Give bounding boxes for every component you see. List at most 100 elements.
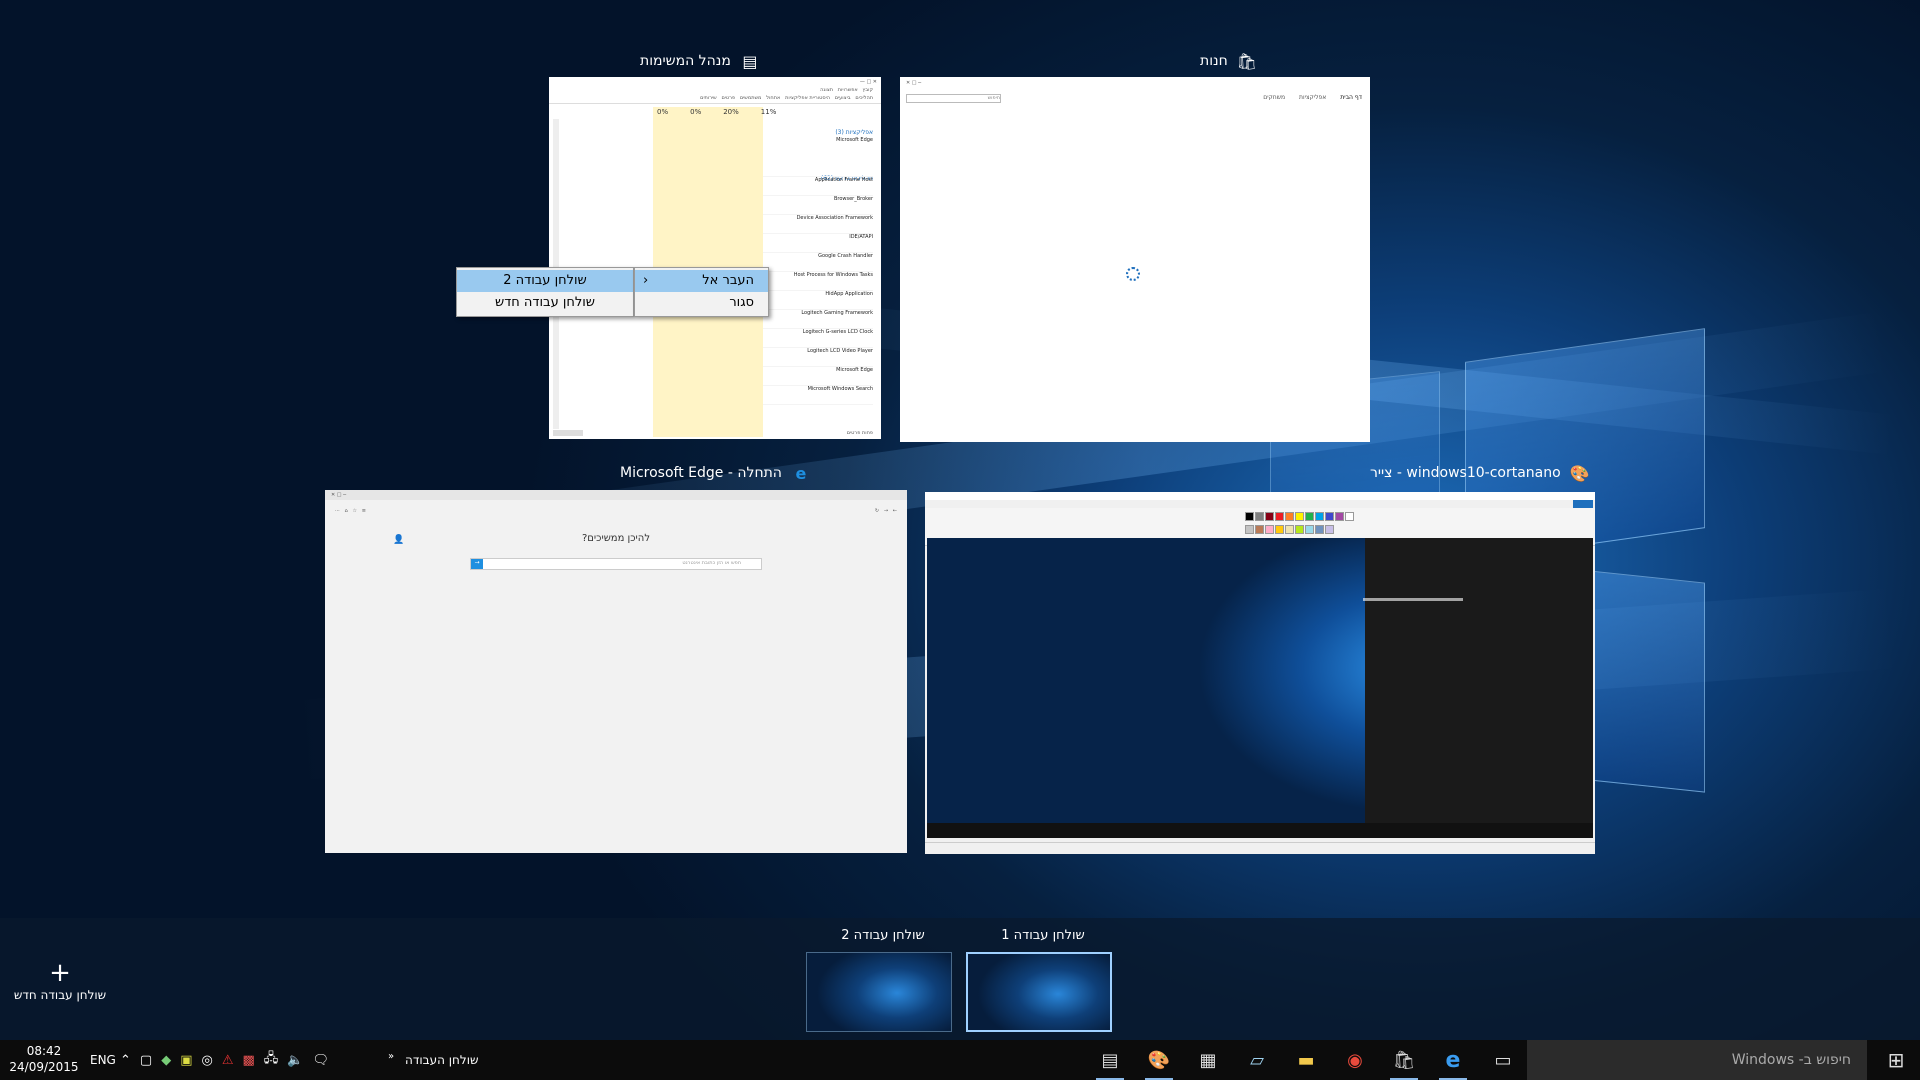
palette-swatch[interactable] xyxy=(1265,512,1274,521)
palette-swatch[interactable] xyxy=(1255,524,1264,534)
palette-swatch[interactable] xyxy=(1325,512,1334,521)
palette-swatch[interactable] xyxy=(1295,524,1304,534)
palette-swatch[interactable] xyxy=(1285,512,1294,521)
edge-title-text: התחלה - Microsoft Edge xyxy=(620,465,782,481)
palette-swatch[interactable] xyxy=(1275,524,1284,534)
palette-swatch[interactable] xyxy=(1295,512,1304,521)
process-row[interactable]: Logitech Gaming Framework xyxy=(763,310,873,329)
desktop-1-thumbnail[interactable] xyxy=(966,952,1112,1032)
process-row[interactable]: Microsoft Edge xyxy=(763,137,873,177)
tab-home[interactable]: דף הבית xyxy=(1340,94,1362,101)
tray-app-icon[interactable]: ▢ xyxy=(140,1053,152,1068)
input-language[interactable]: ENG xyxy=(90,1040,116,1080)
calculator-icon[interactable]: ▦ xyxy=(1188,1040,1228,1080)
desktop-2-thumbnail[interactable] xyxy=(806,952,952,1032)
tray-app-icon[interactable]: ▣ xyxy=(180,1053,192,1068)
task-view-icon[interactable]: ▭ xyxy=(1483,1040,1523,1080)
edge-go-button[interactable]: → xyxy=(471,559,483,569)
palette-swatch[interactable] xyxy=(1325,524,1334,534)
edge-user-icon: 👤 xyxy=(393,535,405,545)
color-palette[interactable] xyxy=(1245,512,1355,536)
process-row[interactable]: Browser_Broker xyxy=(763,196,873,215)
palette-swatch[interactable] xyxy=(1265,524,1274,534)
submenu-item-new-desktop[interactable]: שולחן עבודה חדש xyxy=(457,292,633,314)
action-center-icon[interactable]: 🗨 xyxy=(312,1053,329,1068)
taskbar-search-box[interactable]: חיפוש ב- Windows xyxy=(1527,1040,1867,1080)
palette-swatch[interactable] xyxy=(1315,512,1324,521)
loading-spinner-icon xyxy=(1126,267,1140,281)
paint-canvas[interactable] xyxy=(927,538,1593,838)
palette-swatch[interactable] xyxy=(1245,512,1254,521)
palette-swatch[interactable] xyxy=(1285,524,1294,534)
store-title-text: חנות xyxy=(1200,53,1228,69)
tray-app-icon[interactable]: ◎ xyxy=(202,1053,213,1068)
store-taskbar-icon[interactable]: 🛍 xyxy=(1384,1040,1424,1080)
paint-window-title[interactable]: 🎨 windows10-cortanano - צייר xyxy=(1370,462,1595,484)
volume-icon[interactable]: 🔈 xyxy=(287,1053,303,1068)
tray-app-icon[interactable]: ◆ xyxy=(161,1053,171,1068)
palette-swatch[interactable] xyxy=(1255,512,1264,521)
tray-app-icon[interactable]: ▩ xyxy=(243,1053,255,1068)
process-row[interactable]: Microsoft Windows Search xyxy=(763,386,873,405)
edge-thumbnail[interactable]: ✕ □ ─ ··· ⌂ ☆ ≡ ↻ → ← להיכן ממשיכים? 👤 ח… xyxy=(325,490,907,853)
edge-search-placeholder: חפש או הזן כתובת אינטרנט xyxy=(682,560,741,566)
palette-swatch[interactable] xyxy=(1335,512,1344,521)
desktop-2-label: שולחן עבודה 2 xyxy=(841,928,925,943)
store-icon: 🛍 xyxy=(1236,51,1257,71)
clock[interactable]: 08:42 24/09/2015 xyxy=(8,1043,80,1075)
new-desktop-label: שולחן עבודה חדש xyxy=(13,988,107,1002)
submenu-desktops: שולחן עבודה 2 שולחן עבודה חדש xyxy=(456,267,634,317)
submenu-item-desktop-2[interactable]: שולחן עבודה 2 xyxy=(457,270,633,292)
move-to-label: העבר אל xyxy=(702,273,754,288)
process-row[interactable]: HidApp Application xyxy=(763,291,873,310)
edge-taskbar-icon[interactable]: e xyxy=(1433,1040,1473,1080)
store-search-input[interactable]: חיפוש xyxy=(906,94,1001,103)
paint-thumbnail[interactable] xyxy=(925,492,1595,854)
menu-item-close[interactable]: סגור xyxy=(635,292,768,314)
process-row[interactable]: Microsoft Edge xyxy=(763,367,873,386)
edge-search-input[interactable]: חפש או הזן כתובת אינטרנט → xyxy=(470,558,762,570)
task-manager-columns: 11% 20% 0% 0% xyxy=(657,108,777,116)
task-manager-thumbnail[interactable]: — □ ✕ קובץ אפשרויות תצוגה תהליכים ביצועי… xyxy=(549,77,881,439)
network-icon[interactable]: 🖧 xyxy=(264,1049,279,1071)
windows-start-icon[interactable]: ⊞ xyxy=(1876,1040,1916,1080)
file-explorer-icon[interactable]: ▬ xyxy=(1286,1040,1326,1080)
process-row[interactable]: Logitech G-series LCD Clock xyxy=(763,329,873,348)
task-manager-window-title[interactable]: ▤ מנהל המשימות xyxy=(640,50,885,72)
task-manager-taskbar-icon[interactable]: ▤ xyxy=(1090,1040,1130,1080)
notepad-icon[interactable]: ▱ xyxy=(1237,1040,1277,1080)
palette-swatch[interactable] xyxy=(1315,524,1324,534)
paint-taskbar-icon[interactable]: 🎨 xyxy=(1139,1040,1179,1080)
process-row[interactable]: Host Process for Windows Tasks xyxy=(763,272,873,291)
tab-games[interactable]: משחקים xyxy=(1263,94,1285,101)
desktop-1-label: שולחן עבודה 1 xyxy=(1001,928,1085,943)
desktop-toolbar[interactable]: שולחן העבודה xyxy=(405,1040,478,1080)
tab-apps[interactable]: אפליקציות xyxy=(1299,94,1326,101)
edge-window-title[interactable]: e התחלה - Microsoft Edge xyxy=(620,462,910,484)
process-row[interactable]: Application Frame Host xyxy=(763,177,873,196)
palette-swatch[interactable] xyxy=(1245,524,1254,534)
clock-time: 08:42 xyxy=(26,1044,62,1058)
clock-date: 24/09/2015 xyxy=(9,1060,79,1074)
end-task-button[interactable] xyxy=(553,430,583,436)
process-row[interactable]: Logitech LCD Video Player xyxy=(763,348,873,367)
palette-swatch[interactable] xyxy=(1275,512,1284,521)
task-manager-icon: ▤ xyxy=(742,51,758,71)
menu-item-move-to[interactable]: העבר אל ‹ xyxy=(635,270,768,292)
process-row[interactable]: Device Association Framework xyxy=(763,215,873,234)
store-thumbnail[interactable]: ✕ □ ─ חיפוש דף הבית אפליקציות משחקים xyxy=(900,77,1370,442)
warning-icon[interactable]: ⚠ xyxy=(222,1053,234,1068)
chevron-left-icon: ‹ xyxy=(643,273,649,288)
palette-swatch[interactable] xyxy=(1305,524,1314,534)
palette-swatch[interactable] xyxy=(1305,512,1314,521)
process-row[interactable]: Google Crash Handler xyxy=(763,253,873,272)
chrome-icon[interactable]: ◉ xyxy=(1335,1040,1375,1080)
new-desktop-button[interactable]: + שולחן עבודה חדש xyxy=(0,960,120,1010)
desktop-toolbar-chevron-icon[interactable]: » xyxy=(388,1036,394,1076)
fewer-details-link[interactable]: פחות פרטים xyxy=(847,430,873,436)
process-row[interactable]: IDE/ATAPI xyxy=(763,234,873,253)
palette-swatch[interactable] xyxy=(1345,512,1354,521)
chevron-up-icon[interactable]: ⌃ xyxy=(120,1053,131,1068)
store-window-title[interactable]: 🛍 חנות xyxy=(1200,50,1370,72)
edge-icon: e xyxy=(795,463,807,483)
